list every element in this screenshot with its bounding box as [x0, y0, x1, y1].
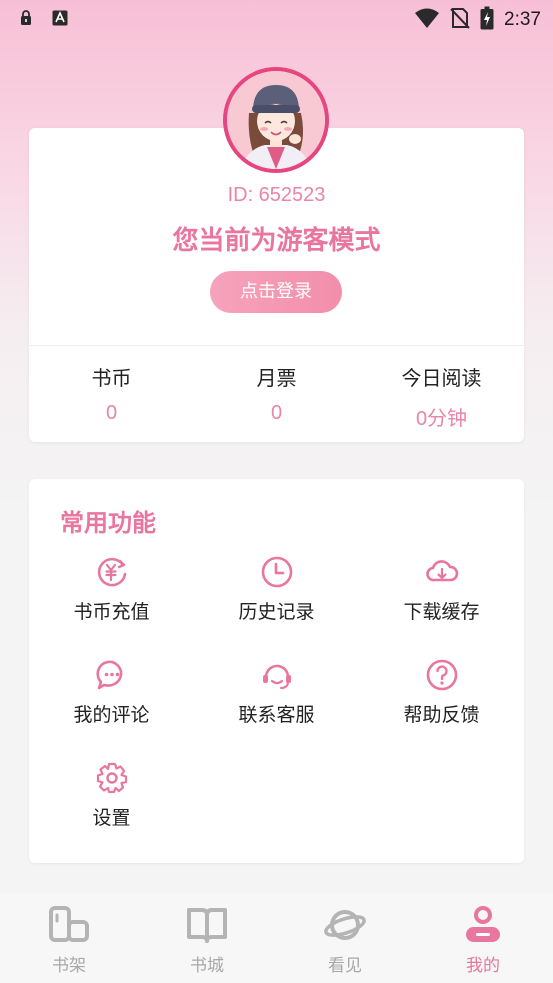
login-button[interactable]: 点击登录 [210, 271, 342, 313]
tab-bookshelf[interactable]: 书架 [0, 905, 138, 976]
coin-recharge-icon [97, 557, 126, 587]
avatar[interactable] [223, 67, 329, 173]
guest-mode-text: 您当前为游客模式 [172, 226, 381, 256]
planet-icon [324, 910, 366, 940]
tab-mine[interactable]: 我的 [414, 905, 552, 976]
clock-time: 2:37 [504, 9, 541, 30]
status-bar: 2:37 [0, 0, 553, 38]
help-feedback-button[interactable]: 帮助反馈 [359, 658, 524, 738]
user-id: ID: 652523 [227, 184, 326, 206]
common-functions-card: 常用功能 书币充值 历史记录 下载缓存 我的评论 联系客服 帮助反馈 设置 [29, 479, 524, 863]
tab-discover[interactable]: 看见 [276, 905, 414, 976]
no-sim-icon [450, 7, 470, 33]
book-open-icon [187, 908, 227, 943]
stat-label: 月票 [256, 366, 297, 390]
bookshelf-icon [49, 906, 89, 942]
battery-charging-icon [480, 6, 494, 34]
tab-label: 我的 [466, 956, 500, 976]
comment-icon [95, 660, 122, 690]
section-title: 常用功能 [60, 509, 156, 537]
settings-gear-icon [96, 762, 127, 794]
font-a-icon [52, 10, 68, 26]
tab-bookstore[interactable]: 书城 [138, 905, 276, 976]
stat-value: 0 [105, 402, 118, 424]
function-label: 设置 [92, 807, 131, 829]
tab-label: 看见 [328, 956, 362, 976]
avatar-image [227, 71, 325, 169]
my-comments-button[interactable]: 我的评论 [29, 658, 194, 738]
tab-label: 书城 [190, 956, 224, 976]
divider [29, 345, 524, 346]
stat-label: 书币 [91, 366, 132, 390]
profile-icon [466, 906, 500, 942]
settings-button[interactable]: 设置 [29, 761, 194, 841]
profile-card: ID: 652523 您当前为游客模式 点击登录 书币 0 月票 0 今日阅读 … [29, 128, 524, 442]
recharge-coins-button[interactable]: 书币充值 [29, 555, 194, 635]
clock-icon [261, 556, 292, 588]
bottom-nav: 书架 书城 看见 我的 [0, 893, 553, 983]
wifi-icon [414, 7, 440, 33]
function-label: 帮助反馈 [403, 704, 480, 726]
stat-monthly-tickets[interactable]: 月票 0 [194, 362, 359, 425]
history-button[interactable]: 历史记录 [194, 555, 359, 635]
tab-label: 书架 [52, 956, 86, 976]
stat-value: 0分钟 [415, 408, 468, 430]
cloud-download-icon [425, 560, 458, 582]
stat-label: 今日阅读 [401, 366, 482, 390]
status-right-icons: 2:37 [414, 6, 541, 34]
download-cache-button[interactable]: 下载缓存 [359, 555, 524, 635]
stat-value: 0 [270, 402, 283, 424]
contact-support-button[interactable]: 联系客服 [194, 658, 359, 738]
function-label: 联系客服 [238, 704, 315, 726]
headset-icon [262, 664, 291, 689]
stat-book-coins[interactable]: 书币 0 [29, 362, 194, 425]
function-label: 历史记录 [238, 601, 315, 623]
stat-today-reading[interactable]: 今日阅读 0分钟 [359, 362, 524, 431]
lock-icon [18, 10, 34, 26]
help-icon [426, 659, 457, 691]
function-label: 下载缓存 [403, 601, 480, 623]
status-left-icons [18, 10, 68, 26]
function-label: 书币充值 [73, 601, 150, 623]
function-label: 我的评论 [73, 704, 150, 726]
